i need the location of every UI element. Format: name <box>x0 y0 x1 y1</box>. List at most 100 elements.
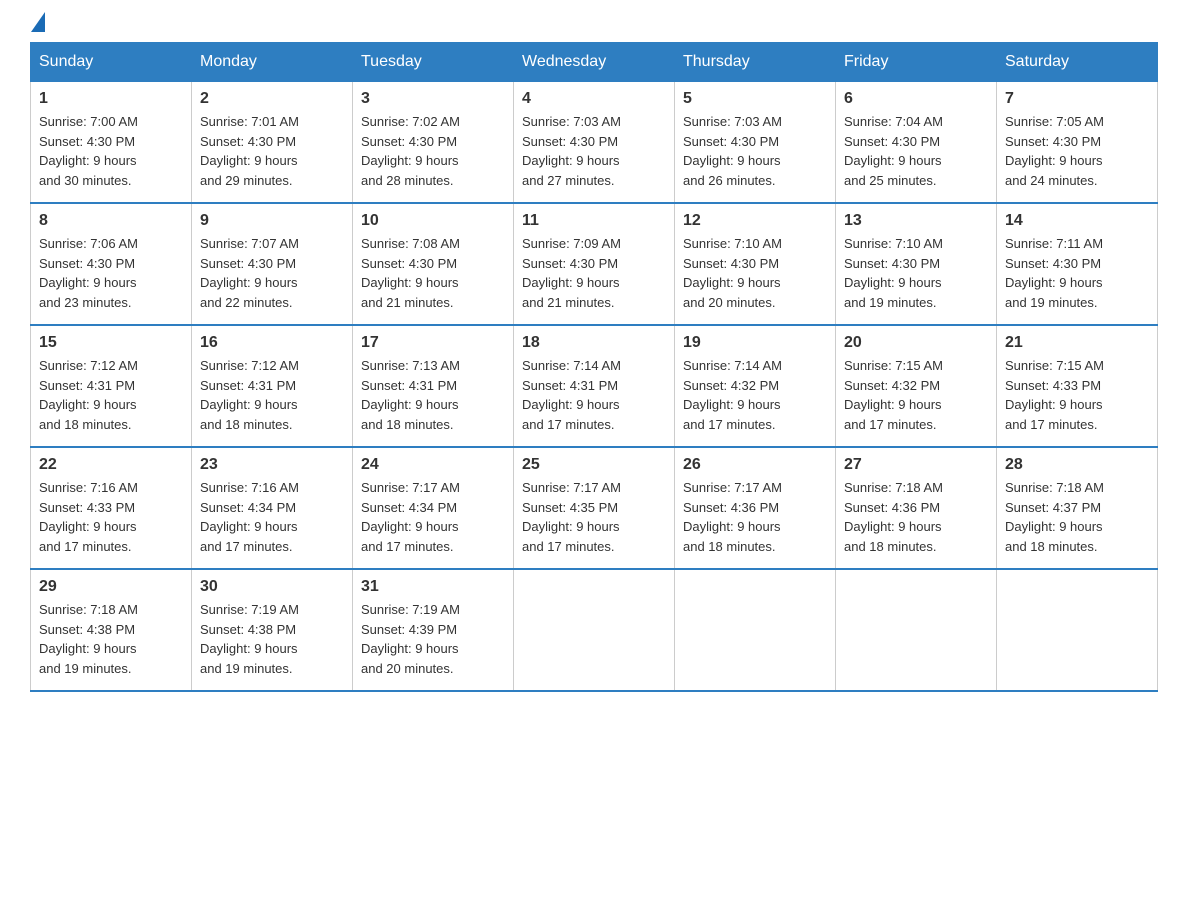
logo <box>30 20 45 32</box>
day-info: Sunrise: 7:18 AMSunset: 4:37 PMDaylight:… <box>1005 478 1149 556</box>
calendar-cell: 30 Sunrise: 7:19 AMSunset: 4:38 PMDaylig… <box>192 569 353 691</box>
header-cell-friday: Friday <box>836 43 997 82</box>
calendar-cell: 21 Sunrise: 7:15 AMSunset: 4:33 PMDaylig… <box>997 325 1158 447</box>
day-info: Sunrise: 7:17 AMSunset: 4:34 PMDaylight:… <box>361 478 505 556</box>
day-number: 16 <box>200 334 344 352</box>
header-cell-thursday: Thursday <box>675 43 836 82</box>
day-info: Sunrise: 7:09 AMSunset: 4:30 PMDaylight:… <box>522 234 666 312</box>
day-number: 10 <box>361 212 505 230</box>
day-info: Sunrise: 7:12 AMSunset: 4:31 PMDaylight:… <box>39 356 183 434</box>
day-info: Sunrise: 7:16 AMSunset: 4:33 PMDaylight:… <box>39 478 183 556</box>
calendar-header: SundayMondayTuesdayWednesdayThursdayFrid… <box>31 43 1158 82</box>
day-number: 24 <box>361 456 505 474</box>
calendar-body: 1 Sunrise: 7:00 AMSunset: 4:30 PMDayligh… <box>31 82 1158 692</box>
calendar-cell: 28 Sunrise: 7:18 AMSunset: 4:37 PMDaylig… <box>997 447 1158 569</box>
day-info: Sunrise: 7:11 AMSunset: 4:30 PMDaylight:… <box>1005 234 1149 312</box>
calendar-cell: 15 Sunrise: 7:12 AMSunset: 4:31 PMDaylig… <box>31 325 192 447</box>
header-cell-wednesday: Wednesday <box>514 43 675 82</box>
day-info: Sunrise: 7:13 AMSunset: 4:31 PMDaylight:… <box>361 356 505 434</box>
calendar-cell: 17 Sunrise: 7:13 AMSunset: 4:31 PMDaylig… <box>353 325 514 447</box>
day-info: Sunrise: 7:10 AMSunset: 4:30 PMDaylight:… <box>683 234 827 312</box>
day-info: Sunrise: 7:12 AMSunset: 4:31 PMDaylight:… <box>200 356 344 434</box>
calendar-cell: 20 Sunrise: 7:15 AMSunset: 4:32 PMDaylig… <box>836 325 997 447</box>
day-number: 29 <box>39 578 183 596</box>
calendar-cell: 9 Sunrise: 7:07 AMSunset: 4:30 PMDayligh… <box>192 203 353 325</box>
day-number: 11 <box>522 212 666 230</box>
calendar-cell <box>675 569 836 691</box>
calendar-cell: 22 Sunrise: 7:16 AMSunset: 4:33 PMDaylig… <box>31 447 192 569</box>
day-info: Sunrise: 7:17 AMSunset: 4:36 PMDaylight:… <box>683 478 827 556</box>
day-number: 3 <box>361 90 505 108</box>
day-number: 26 <box>683 456 827 474</box>
header-cell-tuesday: Tuesday <box>353 43 514 82</box>
day-number: 4 <box>522 90 666 108</box>
day-info: Sunrise: 7:01 AMSunset: 4:30 PMDaylight:… <box>200 112 344 190</box>
logo-triangle-icon <box>31 12 45 32</box>
week-row: 8 Sunrise: 7:06 AMSunset: 4:30 PMDayligh… <box>31 203 1158 325</box>
calendar-cell: 6 Sunrise: 7:04 AMSunset: 4:30 PMDayligh… <box>836 82 997 204</box>
calendar-cell: 29 Sunrise: 7:18 AMSunset: 4:38 PMDaylig… <box>31 569 192 691</box>
calendar-cell: 8 Sunrise: 7:06 AMSunset: 4:30 PMDayligh… <box>31 203 192 325</box>
day-info: Sunrise: 7:06 AMSunset: 4:30 PMDaylight:… <box>39 234 183 312</box>
calendar-table: SundayMondayTuesdayWednesdayThursdayFrid… <box>30 42 1158 692</box>
calendar-cell: 5 Sunrise: 7:03 AMSunset: 4:30 PMDayligh… <box>675 82 836 204</box>
day-info: Sunrise: 7:17 AMSunset: 4:35 PMDaylight:… <box>522 478 666 556</box>
day-info: Sunrise: 7:19 AMSunset: 4:39 PMDaylight:… <box>361 600 505 678</box>
day-info: Sunrise: 7:07 AMSunset: 4:30 PMDaylight:… <box>200 234 344 312</box>
day-number: 28 <box>1005 456 1149 474</box>
calendar-cell <box>997 569 1158 691</box>
day-info: Sunrise: 7:18 AMSunset: 4:36 PMDaylight:… <box>844 478 988 556</box>
calendar-cell: 25 Sunrise: 7:17 AMSunset: 4:35 PMDaylig… <box>514 447 675 569</box>
day-info: Sunrise: 7:15 AMSunset: 4:33 PMDaylight:… <box>1005 356 1149 434</box>
day-number: 2 <box>200 90 344 108</box>
day-info: Sunrise: 7:10 AMSunset: 4:30 PMDaylight:… <box>844 234 988 312</box>
header-cell-monday: Monday <box>192 43 353 82</box>
day-number: 1 <box>39 90 183 108</box>
day-number: 13 <box>844 212 988 230</box>
calendar-cell <box>514 569 675 691</box>
header-cell-saturday: Saturday <box>997 43 1158 82</box>
day-number: 22 <box>39 456 183 474</box>
day-info: Sunrise: 7:16 AMSunset: 4:34 PMDaylight:… <box>200 478 344 556</box>
calendar-cell: 24 Sunrise: 7:17 AMSunset: 4:34 PMDaylig… <box>353 447 514 569</box>
day-info: Sunrise: 7:18 AMSunset: 4:38 PMDaylight:… <box>39 600 183 678</box>
day-info: Sunrise: 7:14 AMSunset: 4:31 PMDaylight:… <box>522 356 666 434</box>
day-number: 20 <box>844 334 988 352</box>
page-header <box>30 20 1158 32</box>
calendar-cell: 4 Sunrise: 7:03 AMSunset: 4:30 PMDayligh… <box>514 82 675 204</box>
day-info: Sunrise: 7:02 AMSunset: 4:30 PMDaylight:… <box>361 112 505 190</box>
calendar-cell: 3 Sunrise: 7:02 AMSunset: 4:30 PMDayligh… <box>353 82 514 204</box>
calendar-cell: 14 Sunrise: 7:11 AMSunset: 4:30 PMDaylig… <box>997 203 1158 325</box>
calendar-cell: 1 Sunrise: 7:00 AMSunset: 4:30 PMDayligh… <box>31 82 192 204</box>
day-number: 21 <box>1005 334 1149 352</box>
week-row: 1 Sunrise: 7:00 AMSunset: 4:30 PMDayligh… <box>31 82 1158 204</box>
calendar-cell: 23 Sunrise: 7:16 AMSunset: 4:34 PMDaylig… <box>192 447 353 569</box>
day-number: 23 <box>200 456 344 474</box>
day-info: Sunrise: 7:05 AMSunset: 4:30 PMDaylight:… <box>1005 112 1149 190</box>
day-info: Sunrise: 7:08 AMSunset: 4:30 PMDaylight:… <box>361 234 505 312</box>
day-number: 9 <box>200 212 344 230</box>
day-info: Sunrise: 7:03 AMSunset: 4:30 PMDaylight:… <box>522 112 666 190</box>
calendar-cell: 11 Sunrise: 7:09 AMSunset: 4:30 PMDaylig… <box>514 203 675 325</box>
header-cell-sunday: Sunday <box>31 43 192 82</box>
calendar-cell: 12 Sunrise: 7:10 AMSunset: 4:30 PMDaylig… <box>675 203 836 325</box>
day-info: Sunrise: 7:14 AMSunset: 4:32 PMDaylight:… <box>683 356 827 434</box>
day-number: 27 <box>844 456 988 474</box>
day-number: 8 <box>39 212 183 230</box>
day-number: 31 <box>361 578 505 596</box>
day-number: 19 <box>683 334 827 352</box>
calendar-cell <box>836 569 997 691</box>
header-row: SundayMondayTuesdayWednesdayThursdayFrid… <box>31 43 1158 82</box>
calendar-cell: 26 Sunrise: 7:17 AMSunset: 4:36 PMDaylig… <box>675 447 836 569</box>
week-row: 15 Sunrise: 7:12 AMSunset: 4:31 PMDaylig… <box>31 325 1158 447</box>
day-number: 5 <box>683 90 827 108</box>
day-number: 18 <box>522 334 666 352</box>
day-info: Sunrise: 7:15 AMSunset: 4:32 PMDaylight:… <box>844 356 988 434</box>
day-number: 17 <box>361 334 505 352</box>
calendar-cell: 2 Sunrise: 7:01 AMSunset: 4:30 PMDayligh… <box>192 82 353 204</box>
day-number: 12 <box>683 212 827 230</box>
calendar-cell: 7 Sunrise: 7:05 AMSunset: 4:30 PMDayligh… <box>997 82 1158 204</box>
day-number: 25 <box>522 456 666 474</box>
calendar-cell: 31 Sunrise: 7:19 AMSunset: 4:39 PMDaylig… <box>353 569 514 691</box>
week-row: 22 Sunrise: 7:16 AMSunset: 4:33 PMDaylig… <box>31 447 1158 569</box>
